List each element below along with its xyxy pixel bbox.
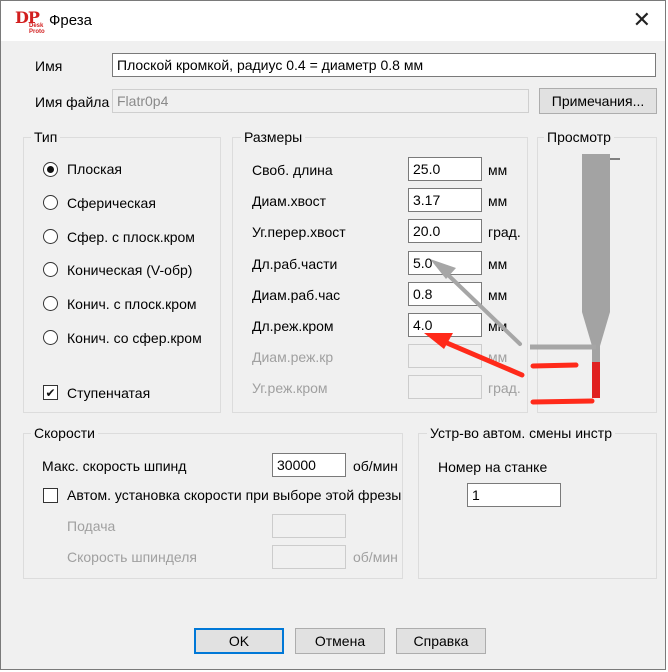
annotation-gray-arrow-head — [430, 259, 456, 279]
tool-cutting-edge — [592, 362, 600, 398]
annotation-gray-arrow-line — [444, 271, 522, 346]
tool-shank — [582, 154, 610, 312]
annotation-red-arrow-line — [444, 340, 525, 378]
preview-drawing — [424, 154, 620, 405]
tool-taper — [582, 312, 610, 346]
annotation-red-mark-bottom — [530, 398, 595, 405]
annotation-red-mark-top — [530, 362, 579, 369]
